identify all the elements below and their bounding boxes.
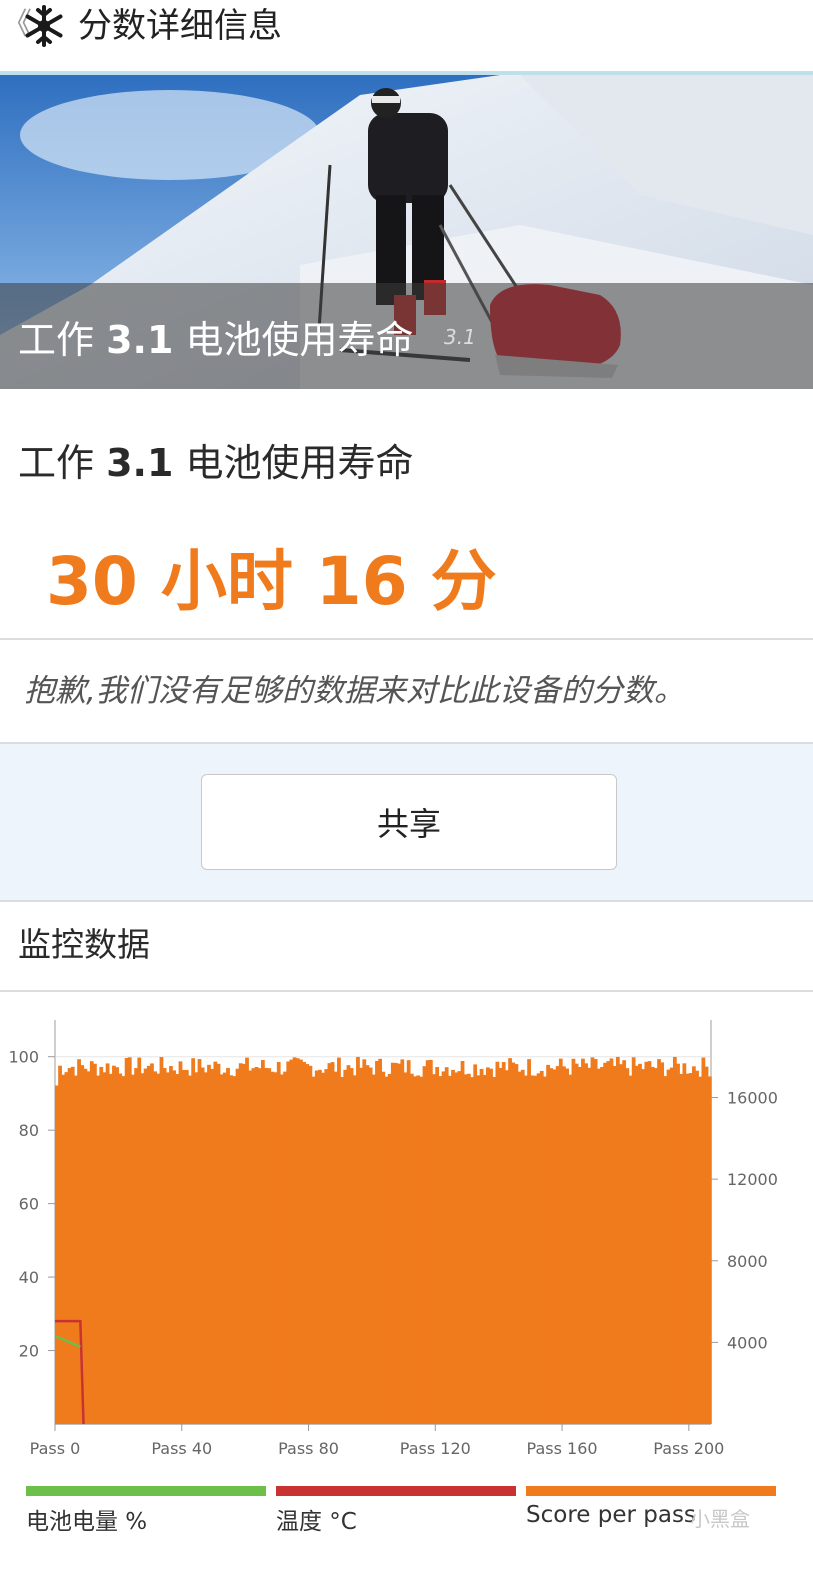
page-title: 分数详细信息 <box>78 6 282 46</box>
share-section: 共享 <box>0 742 813 902</box>
hero-version-badge: 3.1 <box>444 325 476 349</box>
legend-score-swatch <box>526 1486 776 1496</box>
divider <box>0 638 813 640</box>
x-tick-label: Pass 40 <box>151 1439 212 1458</box>
x-tick-label: Pass 120 <box>400 1439 471 1458</box>
watermark: 小黑盒 <box>690 1507 750 1531</box>
app-header: 《 分数详细信息 <box>0 0 813 75</box>
x-tick-label: Pass 0 <box>30 1439 81 1458</box>
x-tick-label: Pass 160 <box>527 1439 598 1458</box>
monitoring-data-title: 监控数据 <box>18 925 150 964</box>
y-right-tick-label: 4000 <box>727 1333 768 1352</box>
y-left-tick-label: 80 <box>19 1121 39 1140</box>
y-right-tick-label: 16000 <box>727 1089 778 1108</box>
score-bar <box>707 1076 712 1424</box>
score-value: 30 小时 16 分 <box>46 543 497 620</box>
y-left-tick-label: 100 <box>8 1048 39 1067</box>
y-right-tick-label: 8000 <box>727 1252 768 1271</box>
test-name: 工作 3.1 电池使用寿命 <box>18 441 414 485</box>
monitoring-chart: 100 80 60 40 20 16000 12000 8000 4000 Pass 0 Pass … <box>8 1020 778 1458</box>
legend-battery-label: 电池电量 % <box>26 1509 148 1535</box>
y-left-tick-label: 20 <box>19 1342 39 1361</box>
legend-battery-swatch <box>26 1486 266 1496</box>
y-left-tick-label: 60 <box>19 1195 39 1214</box>
legend-temperature-label: 温度 °C <box>276 1509 357 1535</box>
legend-temperature: 温度 °C <box>276 1486 516 1546</box>
hero-banner: 工作 3.1 电池使用寿命 3.1 <box>0 75 813 389</box>
y-left-tick-label: 40 <box>19 1268 39 1287</box>
divider <box>0 990 813 992</box>
legend-battery: 电池电量 % <box>26 1486 266 1546</box>
legend-temperature-swatch <box>276 1486 516 1496</box>
x-tick-label: Pass 80 <box>278 1439 339 1458</box>
share-button[interactable]: 共享 <box>201 774 617 870</box>
hero-test-label: 工作 3.1 电池使用寿命 <box>18 318 414 362</box>
snowflake-icon <box>25 5 63 47</box>
y-right-tick-label: 12000 <box>727 1170 778 1189</box>
no-comparison-message: 抱歉,我们没有足够的数据来对比此设备的分数。 <box>24 673 685 709</box>
x-tick-label: Pass 200 <box>653 1439 724 1458</box>
